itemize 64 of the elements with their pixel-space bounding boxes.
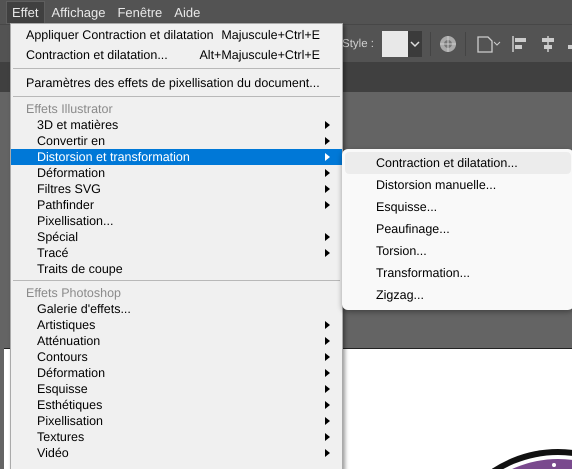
submenu-item[interactable]: Contraction et dilatation... bbox=[345, 152, 571, 174]
dropdown-caret-icon[interactable] bbox=[408, 30, 422, 56]
menu-bar-item[interactable]: Affichage bbox=[46, 2, 110, 22]
menu-item[interactable]: 3D et matières bbox=[11, 117, 342, 133]
shortcut-label: Alt+Majuscule+Ctrl+E bbox=[199, 48, 320, 62]
menu-item-label: Paramètres des effets de pixellisation du document... bbox=[26, 76, 320, 90]
menu-bar-item[interactable]: Effet bbox=[6, 0, 45, 24]
menu-item[interactable]: Vidéo bbox=[11, 445, 342, 461]
menu-item[interactable]: Déformation bbox=[11, 365, 342, 381]
menu-item[interactable]: Traits de coupe bbox=[11, 261, 342, 277]
menu-item[interactable]: Atténuation bbox=[11, 333, 342, 349]
menu-item-label: Vidéo bbox=[37, 446, 69, 460]
menu-item-label: Contraction et dilatation... bbox=[26, 48, 168, 62]
menu-item-label: Déformation bbox=[37, 166, 106, 180]
menu-item[interactable]: Tracé bbox=[11, 245, 342, 261]
menu-bar-item[interactable]: Fenêtre bbox=[112, 2, 168, 22]
menu-item-label: Esthétiques bbox=[37, 398, 102, 412]
submenu-item[interactable]: Torsion... bbox=[345, 240, 571, 262]
menu-item[interactable]: Textures bbox=[11, 429, 342, 445]
menu-item-label: Textures bbox=[37, 430, 84, 444]
style-label: Style : bbox=[342, 38, 374, 50]
menu-item-label: Esquisse bbox=[37, 382, 88, 396]
menu-item-label: Déformation bbox=[37, 366, 106, 380]
menu-item[interactable]: Spécial bbox=[11, 229, 342, 245]
shortcut-label: Majuscule+Ctrl+E bbox=[221, 28, 320, 42]
menu-item[interactable]: Pixellisation bbox=[11, 413, 342, 429]
submenu-item[interactable]: Peaufinage... bbox=[345, 218, 571, 240]
menu-item[interactable]: Convertir en bbox=[11, 133, 342, 149]
menu-item-label: Pixellisation... bbox=[37, 214, 114, 228]
menu-item[interactable]: Esquisse bbox=[11, 381, 342, 397]
menu-item-label: Contours bbox=[37, 350, 88, 364]
menu-item-label: Convertir en bbox=[37, 134, 106, 148]
menu-item[interactable]: Esthétiques bbox=[11, 397, 342, 413]
menu-item-label: Distorsion et transformation bbox=[37, 150, 190, 164]
menu-item-label: Filtres SVG bbox=[37, 182, 101, 196]
menu-bar-item[interactable]: Aide bbox=[169, 2, 206, 22]
menu-item[interactable]: Appliquer Contraction et dilatation Majuscule+Ctrl+E bbox=[11, 25, 342, 45]
menu-section-header: Effets Photoshop bbox=[25, 285, 122, 301]
menu-item[interactable]: Filtres SVG bbox=[11, 181, 342, 197]
globe-icon[interactable] bbox=[439, 34, 457, 52]
menu-item-label: Pixellisation bbox=[37, 414, 104, 428]
menu-item[interactable]: Distorsion et transformation bbox=[11, 149, 342, 165]
menu-item-label: Pathfinder bbox=[37, 198, 94, 212]
menu-section-header: Effets Illustrator bbox=[25, 101, 114, 117]
submenu-item[interactable]: Distorsion manuelle... bbox=[345, 174, 571, 196]
menu-item[interactable]: Contours bbox=[11, 349, 342, 365]
menu-item-label: Galerie d'effets... bbox=[37, 302, 131, 316]
menu-item-label: Traits de coupe bbox=[37, 262, 123, 276]
menu-item-label: Tracé bbox=[37, 246, 68, 260]
menu-item-label: Appliquer Contraction et dilatation bbox=[26, 28, 214, 42]
menu-item-label: Artistiques bbox=[37, 318, 96, 332]
submenu-item[interactable]: Zigzag... bbox=[345, 284, 571, 306]
submenu-item[interactable]: Esquisse... bbox=[345, 196, 571, 218]
menu-item[interactable]: Contraction et dilatation... Alt+Majuscule+Ctrl+E bbox=[11, 45, 342, 65]
menu-item-label: 3D et matières bbox=[37, 118, 118, 132]
menu-item[interactable]: Artistiques bbox=[11, 317, 342, 333]
menu-item[interactable]: Pathfinder bbox=[11, 197, 342, 213]
style-swatch[interactable] bbox=[382, 30, 408, 56]
menu-item[interactable]: Déformation bbox=[11, 165, 342, 181]
menu-item[interactable]: Pixellisation... bbox=[11, 213, 342, 229]
submenu-item[interactable]: Transformation... bbox=[345, 262, 571, 284]
menu-item-label: Spécial bbox=[37, 230, 78, 244]
menu-item[interactable]: Galerie d'effets... bbox=[11, 301, 342, 317]
menu-item-label: Atténuation bbox=[37, 334, 100, 348]
